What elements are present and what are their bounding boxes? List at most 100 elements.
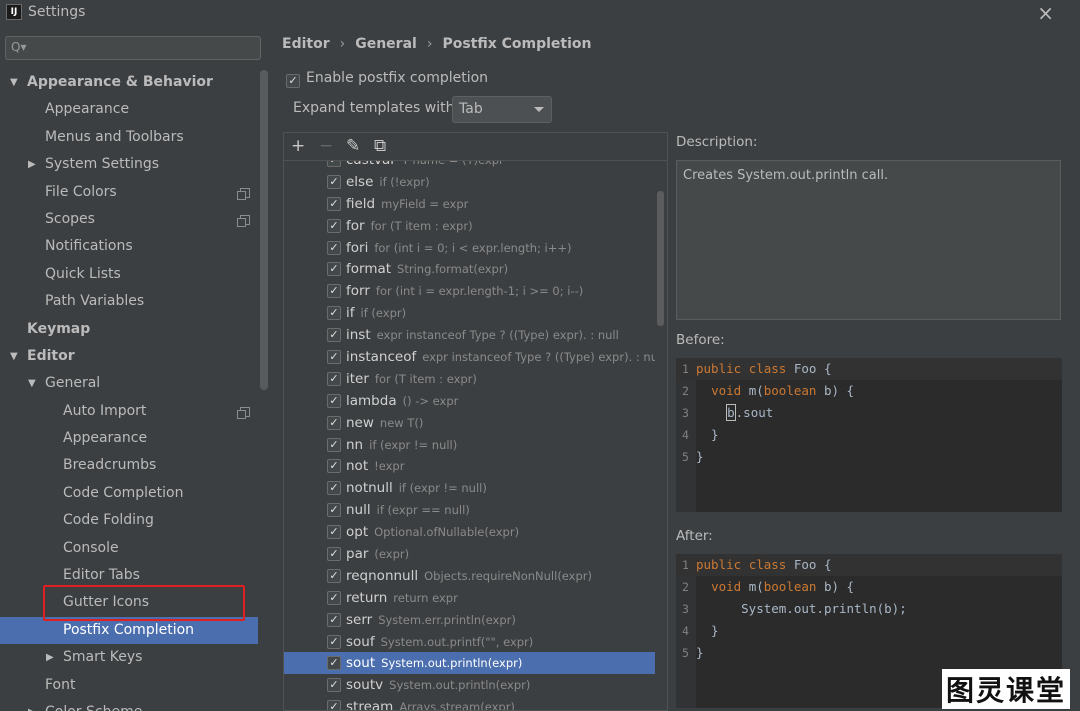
template-checkbox[interactable]: ✓ (327, 634, 341, 649)
sidebar-item[interactable]: Notifications (0, 233, 258, 260)
templates-list[interactable]: ✓castvarT name = (T)expr✓elseif (!expr)✓… (284, 161, 655, 710)
template-row[interactable]: ✓ new new T() (284, 412, 655, 434)
templates-scrollbar[interactable] (657, 191, 664, 326)
template-checkbox[interactable]: ✓ (327, 568, 341, 583)
enable-postfix-checkbox[interactable]: ✓ (286, 74, 300, 88)
template-checkbox[interactable]: ✓ (327, 284, 341, 299)
template-checkbox[interactable]: ✓ (327, 262, 341, 277)
edit-icon[interactable]: ✎ (346, 136, 360, 156)
sidebar-item[interactable]: ▶ System Settings (0, 151, 258, 178)
sidebar-item[interactable]: Postfix Completion (0, 616, 258, 645)
sidebar-item[interactable]: Code Completion (0, 480, 258, 507)
template-row[interactable]: ✓ sout System.out.println(expr) (284, 652, 655, 675)
sidebar-item[interactable]: ▼ Appearance & Behavior (0, 69, 258, 96)
template-row[interactable]: ✓ lambda () -> expr (284, 390, 655, 412)
sidebar-item[interactable]: Auto Import (0, 398, 258, 425)
sidebar-item[interactable]: ▼ General (0, 370, 258, 397)
template-checkbox[interactable]: ✓ (327, 161, 341, 167)
template-checkbox[interactable]: ✓ (327, 240, 341, 255)
sidebar-scrollbar[interactable] (260, 70, 268, 390)
template-row[interactable]: ✓ for for (T item : expr) (284, 215, 655, 237)
project-scope-icon (237, 187, 250, 200)
remove-icon[interactable]: − (319, 136, 333, 156)
template-checkbox[interactable]: ✓ (327, 437, 341, 452)
template-row[interactable]: ✓ iter for (T item : expr) (284, 368, 655, 390)
sidebar-item[interactable]: File Colors (0, 179, 258, 206)
collapse-arrow-icon[interactable]: ▶ (28, 151, 36, 178)
template-checkbox[interactable]: ✓ (327, 525, 341, 540)
template-checkbox[interactable]: ✓ (327, 678, 341, 693)
template-checkbox[interactable]: ✓ (327, 174, 341, 189)
template-name-wrap: field myField = expr (346, 193, 468, 215)
copy-icon[interactable]: ⧉ (374, 136, 386, 156)
template-row[interactable]: ✓ format String.format(expr) (284, 258, 655, 280)
sidebar-item[interactable]: Menus and Toolbars (0, 124, 258, 151)
template-row[interactable]: ✓ souf System.out.printf("", expr) (284, 631, 655, 653)
template-checkbox[interactable]: ✓ (327, 218, 341, 233)
sidebar-item[interactable]: Appearance (0, 96, 258, 123)
template-checkbox[interactable]: ✓ (327, 656, 341, 671)
sidebar-item[interactable]: Keymap (0, 316, 258, 343)
template-row[interactable]: ✓ nn if (expr != null) (284, 434, 655, 456)
search-input[interactable] (30, 39, 256, 57)
sidebar-item[interactable]: ▼ Editor (0, 343, 258, 370)
template-row[interactable]: ✓ return return expr (284, 587, 655, 609)
template-checkbox[interactable]: ✓ (327, 393, 341, 408)
sidebar-item[interactable]: Code Folding (0, 507, 258, 534)
sidebar-item[interactable]: Scopes (0, 206, 258, 233)
template-checkbox[interactable]: ✓ (327, 590, 341, 605)
collapse-arrow-icon[interactable]: ▶ (28, 699, 36, 711)
sidebar-item[interactable]: Console (0, 535, 258, 562)
template-checkbox[interactable]: ✓ (327, 350, 341, 365)
template-row[interactable]: ✓ par (expr) (284, 543, 655, 565)
template-checkbox[interactable]: ✓ (327, 481, 341, 496)
template-checkbox[interactable]: ✓ (327, 371, 341, 386)
enable-postfix-label[interactable]: Enable postfix completion (306, 70, 488, 86)
template-row[interactable]: ✓ inst expr instanceof Type ? ((Type) expr… (284, 324, 655, 346)
sidebar-item[interactable]: Editor Tabs (0, 562, 258, 589)
collapse-arrow-icon[interactable]: ▶ (46, 644, 54, 671)
template-checkbox[interactable]: ✓ (327, 306, 341, 321)
template-checkbox[interactable]: ✓ (327, 612, 341, 627)
add-icon[interactable]: + (291, 136, 305, 156)
template-row[interactable]: ✓ fori for (int i = 0; i < expr.length; i+… (284, 237, 655, 259)
template-checkbox[interactable]: ✓ (327, 547, 341, 562)
expand-key-select[interactable]: Tab (452, 96, 552, 123)
sidebar-item[interactable]: ▶ Color Scheme (0, 699, 258, 711)
template-row[interactable]: ✓ soutv System.out.println(expr) (284, 674, 655, 696)
template-row[interactable]: ✓ forr for (int i = expr.length-1; i >= 0;… (284, 280, 655, 302)
sidebar-item[interactable]: ▶ Smart Keys (0, 644, 258, 671)
close-icon[interactable]: × (1037, 1, 1054, 25)
sidebar-item[interactable]: Appearance (0, 425, 258, 452)
sidebar-item[interactable]: Font (0, 672, 258, 699)
breadcrumb-general[interactable]: General (355, 36, 417, 52)
template-row[interactable]: ✓ opt Optional.ofNullable(expr) (284, 521, 655, 543)
sidebar-item[interactable]: Gutter Icons (0, 589, 258, 616)
template-checkbox[interactable]: ✓ (327, 415, 341, 430)
expand-arrow-icon[interactable]: ▼ (28, 370, 36, 397)
sidebar-item[interactable]: Breadcrumbs (0, 452, 258, 479)
template-row[interactable]: ✓ else if (!expr) (284, 171, 655, 193)
template-row[interactable]: ✓ instanceof expr instanceof Type ? ((Type… (284, 346, 655, 368)
template-checkbox[interactable]: ✓ (327, 196, 341, 211)
sidebar-item[interactable]: Path Variables (0, 288, 258, 315)
template-row[interactable]: ✓ notnull if (expr != null) (284, 477, 655, 499)
search-box[interactable]: Q▾ (5, 36, 261, 60)
sidebar-item[interactable]: Quick Lists (0, 261, 258, 288)
template-row[interactable]: ✓ stream Arrays.stream(expr) (284, 696, 655, 710)
template-checkbox[interactable]: ✓ (327, 328, 341, 343)
template-row[interactable]: ✓ serr System.err.println(expr) (284, 609, 655, 631)
template-checkbox[interactable]: ✓ (327, 700, 341, 710)
expand-arrow-icon[interactable]: ▼ (10, 69, 18, 96)
breadcrumb-editor[interactable]: Editor (282, 36, 330, 52)
expand-arrow-icon[interactable]: ▼ (10, 343, 18, 370)
template-checkbox[interactable]: ✓ (327, 503, 341, 518)
template-row[interactable]: ✓ if if (expr) (284, 302, 655, 324)
template-row[interactable]: ✓ not !expr (284, 455, 655, 477)
template-row[interactable]: ✓ castvar T name = (T)expr (284, 161, 655, 171)
template-row[interactable]: ✓ null if (expr == null) (284, 499, 655, 521)
template-checkbox[interactable]: ✓ (327, 459, 341, 474)
template-row[interactable]: ✓ reqnonnull Objects.requireNonNull(expr) (284, 565, 655, 587)
enable-postfix-row[interactable]: ✓ Enable postfix completion (286, 70, 488, 88)
template-row[interactable]: ✓ field myField = expr (284, 193, 655, 215)
